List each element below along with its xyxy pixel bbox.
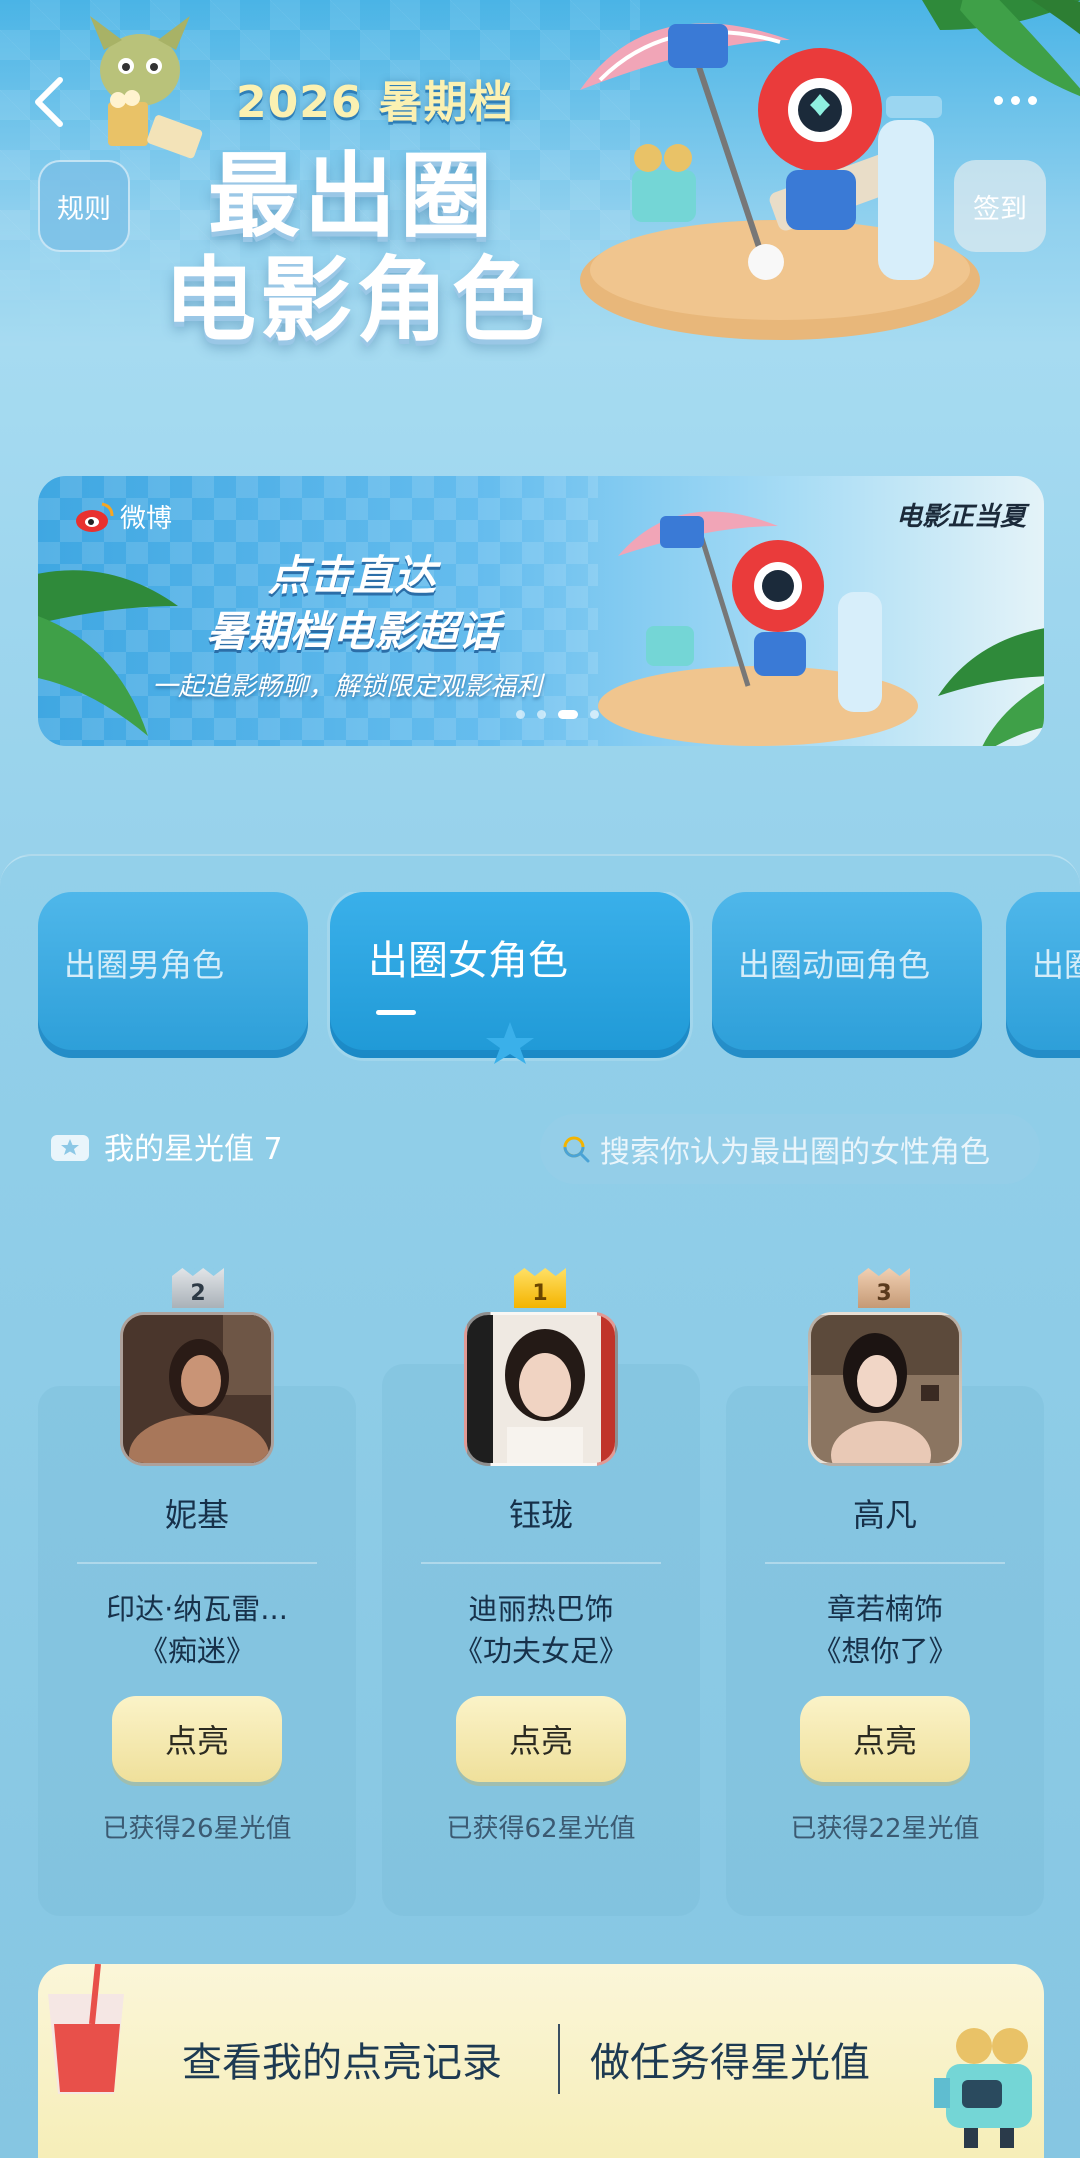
tab-active-label: 出圈女角色 [368,938,568,984]
carousel-dot [516,710,525,719]
divider [77,1562,317,1564]
tab-female-characters[interactable]: 出圈女角色 [330,892,690,1064]
divider [421,1562,661,1564]
earned-star-value: 已获得22星光值 [790,1814,980,1844]
hero-year-label: 2026 暑期档 [236,77,514,128]
search-input[interactable]: 搜索你认为最出圈的女性角色 [540,1114,1040,1184]
character-name: 高凡 [852,1496,917,1534]
light-up-button[interactable]: 点亮 [800,1696,970,1782]
actor-credit: 章若楠饰 [826,1592,943,1626]
character-name: 钰珑 [508,1496,573,1534]
banner-slogan: 一起追影畅聊，解锁限定观影福利 [152,672,543,702]
earned-star-value: 已获得62星光值 [446,1814,636,1844]
portrait-image [467,1315,615,1463]
star-pointer-icon [486,1022,534,1064]
banner-beach-illustration [598,511,918,746]
carousel-dot [590,710,599,719]
banner-headline-line1: 点击直达 [268,551,437,600]
avatar[interactable] [808,1312,962,1466]
earned-star-value: 已获得26星光值 [102,1814,292,1844]
tab-more-category[interactable]: 出圈 [1006,892,1080,1058]
actor-credit: 迪丽热巴饰 [468,1592,614,1626]
search-placeholder: 搜索你认为最出圈的女性角色 [600,1135,990,1170]
my-star-label: 我的星光值 7 [104,1132,283,1167]
banner-headline-line2: 暑期档电影超话 [206,607,501,656]
star-box-icon [51,1135,89,1161]
avatar[interactable] [120,1312,274,1466]
film-camera-mascot-icon [934,2028,1032,2148]
carousel-dot [537,710,546,719]
weibo-eye-icon [76,502,114,532]
portrait-image [811,1315,959,1463]
back-arrow-icon[interactable] [26,72,76,132]
weibo-logo: 微博 [74,498,172,535]
mascot-with-popcorn-icon [90,16,203,159]
carousel-dot-active [558,710,578,719]
divider [558,2024,560,2094]
avatar[interactable] [464,1312,618,1466]
beach-mascot-illustration [580,23,980,340]
hero-banner: 规则 2026 暑期档 最出圈 电影角色 签到 [0,0,1080,420]
view-light-records-button[interactable]: 查看我的点亮记录 [182,2030,502,2088]
divider [765,1562,1005,1564]
tab-male-characters[interactable]: 出圈男角色 [38,892,308,1058]
portrait-image [123,1315,271,1463]
light-up-button[interactable]: 点亮 [112,1696,282,1782]
rank-badge-bronze: 3 [858,1268,910,1308]
more-options-icon[interactable] [980,80,1050,120]
carousel-indicator [516,710,599,719]
film-title: 《功夫女足》 [453,1634,628,1668]
film-title: 《痴迷》 [138,1634,255,1668]
drink-cup-icon [48,1964,124,2094]
character-name: 妮基 [164,1496,229,1534]
palm-leaf-decoration [38,570,178,736]
banner-campaign-logo: 电影正当夏 [896,502,1027,532]
checkin-button[interactable]: 签到 [954,160,1046,252]
rank-badge-silver: 2 [172,1268,224,1308]
do-tasks-button[interactable]: 做任务得星光值 [590,2030,870,2088]
ranking-panel: 出圈男角色 出圈动画角色 出圈 出圈女角色 我的星光值 7 搜索你认为最出圈的女… [0,854,1080,2158]
tab-active-indicator [376,1010,416,1015]
promo-carousel-banner[interactable]: 微博 点击直达 暑期档电影超话 一起追影畅聊，解锁限定观影福利 电影正当夏 [38,476,1044,746]
rank-badge-gold: 1 [514,1268,566,1308]
bottom-action-bar: 查看我的点亮记录 做任务得星光值 [38,1964,1044,2158]
category-tabs: 出圈男角色 出圈动画角色 出圈 出圈女角色 [0,892,1080,1092]
palm-leaf-decoration-right [938,628,1044,746]
actor-credit: 印达·纳瓦雷... [106,1592,288,1626]
light-up-button[interactable]: 点亮 [456,1696,626,1782]
tab-animated-characters[interactable]: 出圈动画角色 [712,892,982,1058]
my-star-value: 我的星光值 7 [50,1124,283,1168]
hero-title-line2: 电影角色 [164,247,549,354]
search-icon [563,1136,590,1163]
film-title: 《想你了》 [812,1634,958,1668]
weibo-brand-label: 微博 [120,504,173,534]
rules-button[interactable]: 规则 [38,160,130,252]
